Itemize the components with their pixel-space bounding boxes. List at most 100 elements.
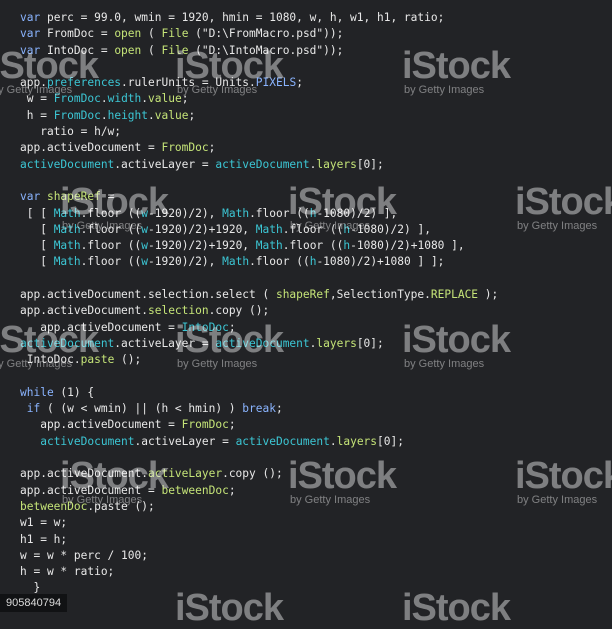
code-token: w bbox=[141, 206, 149, 220]
code-token: h = bbox=[20, 108, 54, 122]
code-token: FromDoc = bbox=[46, 27, 115, 41]
code-token: ; bbox=[188, 108, 196, 122]
code-token: .activeLayer = bbox=[134, 434, 236, 448]
code-token: betweenDoc bbox=[161, 483, 229, 497]
code-token: activeDocument bbox=[20, 157, 115, 171]
code-token: .floor (( bbox=[80, 239, 142, 253]
code-token: ; bbox=[228, 483, 236, 497]
code-token: ratio = h/w; bbox=[20, 125, 122, 139]
code-token: var bbox=[20, 11, 47, 24]
code-token: preferences bbox=[46, 76, 122, 90]
code-block: var perc = 99.0, wmin = 1920, hmin = 108… bbox=[20, 10, 498, 597]
code-line: h = w * ratio; bbox=[20, 564, 498, 580]
code-token: betweenDoc bbox=[20, 499, 88, 513]
code-token: open bbox=[114, 27, 142, 41]
code-line: app.activeDocument.activeLayer.copy (); bbox=[20, 466, 498, 482]
code-token: [0]; bbox=[356, 336, 384, 350]
watermark-brand: iStock bbox=[515, 181, 612, 223]
code-token: ; bbox=[181, 92, 189, 106]
code-token: [ bbox=[20, 239, 54, 253]
code-token: app.activeDocument = bbox=[20, 418, 182, 432]
code-line: [ Math.floor ((w-1920)/2)+1920, Math.flo… bbox=[20, 222, 498, 238]
code-token: ("D:\FromMacro.psd")); bbox=[188, 27, 344, 41]
code-token: var bbox=[20, 43, 47, 57]
code-token: layers bbox=[316, 336, 357, 350]
code-token: . bbox=[100, 92, 108, 106]
code-token: layers bbox=[316, 157, 357, 171]
code-token: = bbox=[100, 190, 115, 204]
code-token: activeDocument bbox=[215, 336, 310, 350]
code-line: var shapeRef = bbox=[20, 189, 498, 205]
watermark: iStock by Getty Images bbox=[515, 457, 612, 506]
code-token: Math bbox=[222, 255, 250, 269]
code-token: .floor (( bbox=[282, 222, 344, 236]
code-token: FromDoc bbox=[161, 141, 209, 155]
code-token: ; bbox=[208, 141, 216, 155]
code-line: [ [ Math.floor ((w-1920)/2), Math.floor … bbox=[20, 206, 498, 222]
code-token: .copy (); bbox=[222, 467, 283, 481]
code-token: ( bbox=[141, 27, 162, 41]
code-token: w1 = w; bbox=[20, 516, 68, 530]
code-token: .activeLayer = bbox=[114, 157, 216, 171]
code-token: .floor (( bbox=[80, 206, 142, 220]
watermark: iStock by Getty Images bbox=[515, 181, 612, 232]
code-editor: var perc = 99.0, wmin = 1920, hmin = 108… bbox=[0, 0, 612, 627]
code-token: w bbox=[141, 239, 149, 253]
watermark-credit: by Getty Images bbox=[517, 494, 598, 506]
code-token: break bbox=[242, 402, 276, 416]
code-token: ; bbox=[228, 320, 236, 334]
code-line: w = w * perc / 100; bbox=[20, 548, 498, 564]
code-token: ( bbox=[141, 43, 162, 57]
code-token: . bbox=[329, 434, 337, 448]
code-token: activeDocument bbox=[235, 434, 330, 448]
code-token: [ bbox=[20, 222, 54, 236]
code-line: app.activeDocument = IntoDoc; bbox=[20, 320, 498, 336]
code-token: ("D:\IntoMacro.psd")); bbox=[188, 43, 344, 57]
code-token: [0]; bbox=[377, 434, 404, 448]
code-line: var perc = 99.0, wmin = 1920, hmin = 108… bbox=[20, 10, 498, 26]
code-token: activeDocument bbox=[20, 336, 115, 350]
code-token: w = w * perc / 100; bbox=[20, 548, 148, 562]
code-token: var bbox=[20, 190, 47, 204]
code-token: PIXELS bbox=[255, 76, 297, 90]
code-line: h = FromDoc.height.value; bbox=[20, 108, 498, 124]
code-token: w bbox=[141, 255, 149, 269]
code-token: .floor (( bbox=[282, 239, 344, 253]
code-token: (1) { bbox=[53, 385, 95, 399]
code-token: h = w * ratio; bbox=[20, 565, 115, 579]
code-token: Math bbox=[53, 206, 81, 220]
code-token: app.activeDocument. bbox=[20, 467, 148, 481]
code-token: while bbox=[20, 385, 54, 399]
code-token: if bbox=[20, 402, 41, 416]
code-token: -1080)/2)+1080 ] ]; bbox=[316, 255, 445, 269]
code-token: open bbox=[114, 43, 142, 57]
code-token: [ [ bbox=[20, 206, 54, 220]
code-token: paste bbox=[80, 353, 115, 367]
code-token: -1920)/2), bbox=[148, 206, 223, 220]
code-line: app.activeDocument = betweenDoc; bbox=[20, 483, 498, 499]
code-token: .floor (( bbox=[80, 222, 142, 236]
code-token: app.activeDocument = bbox=[20, 141, 162, 155]
code-token: shapeRef bbox=[275, 288, 330, 302]
watermark-credit: by Getty Images bbox=[517, 220, 598, 232]
code-line: if ( (w < wmin) || (h < hmin) ) break; bbox=[20, 401, 498, 417]
code-line: h1 = h; bbox=[20, 532, 498, 548]
code-token: -1080)/2)+1080 ], bbox=[350, 239, 465, 253]
code-token: IntoDoc. bbox=[20, 353, 81, 367]
code-token: .rulerUnits = Units. bbox=[121, 76, 256, 90]
code-line: app.activeDocument = FromDoc; bbox=[20, 140, 498, 156]
code-token: h1 = h; bbox=[20, 532, 68, 546]
code-token: .copy (); bbox=[208, 304, 270, 318]
code-token: shapeRef bbox=[46, 190, 101, 204]
code-line: w = FromDoc.width.value; bbox=[20, 91, 498, 107]
code-line: app.activeDocument.selection.copy (); bbox=[20, 303, 498, 319]
code-token: .activeLayer = bbox=[114, 336, 216, 350]
code-line: activeDocument.activeLayer = activeDocum… bbox=[20, 434, 498, 450]
code-token: .floor (( bbox=[249, 255, 310, 269]
code-line: ratio = h/w; bbox=[20, 124, 498, 140]
code-line: app.activeDocument = FromDoc; bbox=[20, 417, 498, 433]
code-token: value bbox=[154, 108, 189, 122]
